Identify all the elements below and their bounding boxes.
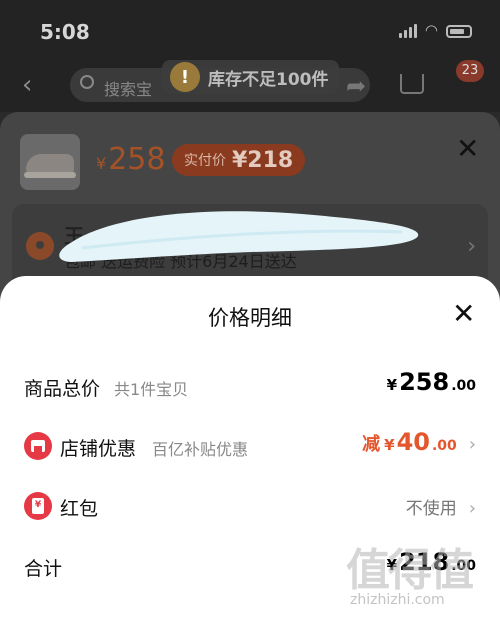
signal-icon (398, 24, 417, 38)
sku-price: ¥258 (96, 142, 165, 177)
store-discount-row[interactable]: 店铺优惠 百亿补贴优惠 减 ¥ 40 .00 › (0, 422, 500, 472)
watermark-logo: 值得值 (346, 545, 474, 596)
price-integer: 258 (399, 368, 450, 396)
search-icon (80, 75, 94, 89)
paid-price-value: ¥218 (232, 147, 294, 173)
red-packet-label: 红包 (60, 498, 99, 520)
sku-price-currency: ¥ (96, 154, 107, 173)
back-icon[interactable]: ‹ (22, 70, 32, 100)
cart-icon[interactable] (400, 74, 424, 94)
sku-price-value: 258 (108, 142, 166, 177)
discount-decimal: .00 (431, 438, 457, 454)
paid-price-label: 实付价 (184, 153, 226, 169)
red-packet-value: 不使用 › (406, 494, 476, 519)
status-time: 5:08 (40, 20, 90, 44)
warning-icon: ! (170, 62, 200, 92)
red-packet-status: 不使用 (405, 499, 457, 519)
wifi-icon: ◠ (424, 21, 438, 39)
currency-symbol: ¥ (386, 376, 398, 394)
sum-label: 合计 (24, 558, 63, 580)
total-price-value: ¥ 258 .00 (387, 368, 476, 396)
discount-prefix: 减 (362, 434, 381, 455)
sheet-title: 价格明细 (208, 306, 292, 330)
cart-badge: 23 (456, 60, 484, 82)
chevron-right-icon: › (468, 498, 476, 519)
currency-symbol: ¥ (384, 436, 395, 454)
share-icon[interactable]: ➦ (346, 72, 366, 100)
red-packet-row[interactable]: ¥ 红包 不使用 › (0, 482, 500, 532)
store-icon (24, 432, 52, 460)
total-price-label: 商品总价 (24, 378, 101, 400)
status-bar: 5:08 ◠ (0, 0, 500, 60)
sku-close-icon[interactable]: ✕ (456, 132, 479, 165)
chevron-right-icon: › (468, 434, 476, 455)
paid-price-pill[interactable]: 实付价 ¥218 (172, 144, 306, 176)
redaction-scribble (59, 211, 419, 262)
stock-toast: ! 库存不足100件 (162, 60, 339, 94)
discount-integer: 40 (396, 428, 430, 456)
app-header: ‹ 搜索宝 ! 库存不足100件 ➦ 23 (0, 60, 500, 112)
status-icons: ◠ (398, 21, 472, 39)
close-icon[interactable]: ✕ (452, 298, 475, 330)
price-decimal: .00 (451, 378, 476, 394)
store-discount-value: 减 ¥ 40 .00 › (362, 428, 476, 456)
red-packet-icon: ¥ (24, 492, 52, 520)
battery-icon (446, 25, 472, 38)
location-pin-icon (26, 232, 54, 260)
store-discount-sub: 百亿补贴优惠 (152, 440, 249, 459)
search-placeholder: 搜索宝 (104, 80, 153, 99)
red-packet-icon-text: ¥ (34, 500, 42, 510)
total-price-row: 商品总价 共1件宝贝 ¥ 258 .00 (0, 362, 500, 412)
toast-text: 库存不足100件 (208, 69, 329, 90)
store-discount-label: 店铺优惠 (60, 438, 137, 460)
chevron-right-icon: › (467, 234, 476, 259)
product-thumbnail[interactable] (20, 134, 80, 190)
watermark-url: zhizhizhi.com (350, 592, 445, 608)
total-count: 共1件宝贝 (114, 380, 189, 399)
